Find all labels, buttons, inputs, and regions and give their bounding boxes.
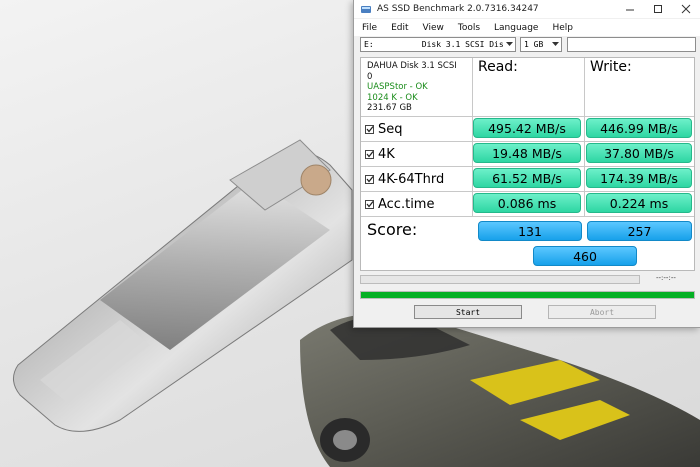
device-id: 0 xyxy=(367,71,373,82)
menu-view[interactable]: View xyxy=(415,23,450,33)
menu-language[interactable]: Language xyxy=(486,23,544,33)
drive-select-value: E: Disk 3.1 SCSI Disk Devic xyxy=(364,40,515,49)
4k64-read-value: 61.52 MB/s xyxy=(473,168,581,188)
row-acc-time[interactable]: Acc.time xyxy=(365,193,434,215)
checkbox-4k[interactable] xyxy=(365,149,374,159)
chevron-down-icon[interactable] xyxy=(550,38,561,51)
start-button[interactable]: Start xyxy=(414,305,522,319)
size-select[interactable]: 1 GB xyxy=(520,37,562,52)
4k-write-value: 37.80 MB/s xyxy=(586,143,692,163)
device-name: DAHUA Disk 3.1 SCSI xyxy=(367,61,457,71)
4k64-write-value: 174.39 MB/s xyxy=(586,168,692,188)
window-title: AS SSD Benchmark 2.0.7316.34247 xyxy=(377,4,539,14)
label-acc-time: Acc.time xyxy=(378,196,435,212)
4k-read-value: 19.48 MB/s xyxy=(473,143,581,163)
abort-button[interactable]: Abort xyxy=(548,305,656,319)
read-header: Read: xyxy=(478,59,518,75)
driver-status: UASPStor - OK xyxy=(367,82,428,92)
test-progress-bar xyxy=(360,275,640,284)
label-4k-64thrd: 4K-64Thrd xyxy=(378,171,445,187)
drive-info: DAHUA Disk 3.1 SCSI 0 UASPStor - OK 1024… xyxy=(367,61,457,114)
benchmark-window: AS SSD Benchmark 2.0.7316.34247 File Edi… xyxy=(353,0,700,328)
maximize-icon[interactable] xyxy=(644,0,672,18)
seq-read-value: 495.42 MB/s xyxy=(473,118,581,138)
menu-file[interactable]: File xyxy=(354,23,383,33)
seq-write-value: 446.99 MB/s xyxy=(586,118,692,138)
overall-progress-bar xyxy=(360,291,695,299)
checkbox-4k-64thrd[interactable] xyxy=(365,174,374,184)
chevron-down-icon[interactable] xyxy=(504,38,515,51)
alignment-status: 1024 K - OK xyxy=(367,92,418,103)
elapsed-time: --:--:-- xyxy=(656,274,676,282)
score-write: 257 xyxy=(587,221,692,241)
menu-bar: File Edit View Tools Language Help xyxy=(354,19,700,36)
acc-read-value: 0.086 ms xyxy=(473,193,581,213)
checkbox-seq[interactable] xyxy=(365,124,374,134)
drive-size: 231.67 GB xyxy=(367,103,412,113)
menu-tools[interactable]: Tools xyxy=(450,23,486,33)
menu-edit[interactable]: Edit xyxy=(383,23,414,33)
close-icon[interactable] xyxy=(672,0,700,18)
score-label: Score: xyxy=(367,220,418,239)
drive-select[interactable]: E: Disk 3.1 SCSI Disk Devic xyxy=(360,37,516,52)
title-bar[interactable]: AS SSD Benchmark 2.0.7316.34247 xyxy=(354,0,700,18)
row-4k[interactable]: 4K xyxy=(365,143,395,165)
text-field[interactable] xyxy=(567,37,696,52)
row-4k-64thrd[interactable]: 4K-64Thrd xyxy=(365,168,444,190)
score-total: 460 xyxy=(533,246,637,266)
toolbar: E: Disk 3.1 SCSI Disk Devic 1 GB xyxy=(354,37,700,54)
label-seq: Seq xyxy=(378,121,403,137)
checkbox-acc-time[interactable] xyxy=(365,199,374,209)
results-grid: DAHUA Disk 3.1 SCSI 0 UASPStor - OK 1024… xyxy=(360,57,695,271)
minimize-icon[interactable] xyxy=(616,0,644,18)
write-header: Write: xyxy=(590,59,632,75)
acc-write-value: 0.224 ms xyxy=(586,193,692,213)
score-read: 131 xyxy=(478,221,582,241)
size-select-value: 1 GB xyxy=(524,40,544,49)
menu-help[interactable]: Help xyxy=(544,23,579,33)
label-4k: 4K xyxy=(378,146,395,162)
row-seq[interactable]: Seq xyxy=(365,118,403,140)
app-icon xyxy=(360,3,372,15)
